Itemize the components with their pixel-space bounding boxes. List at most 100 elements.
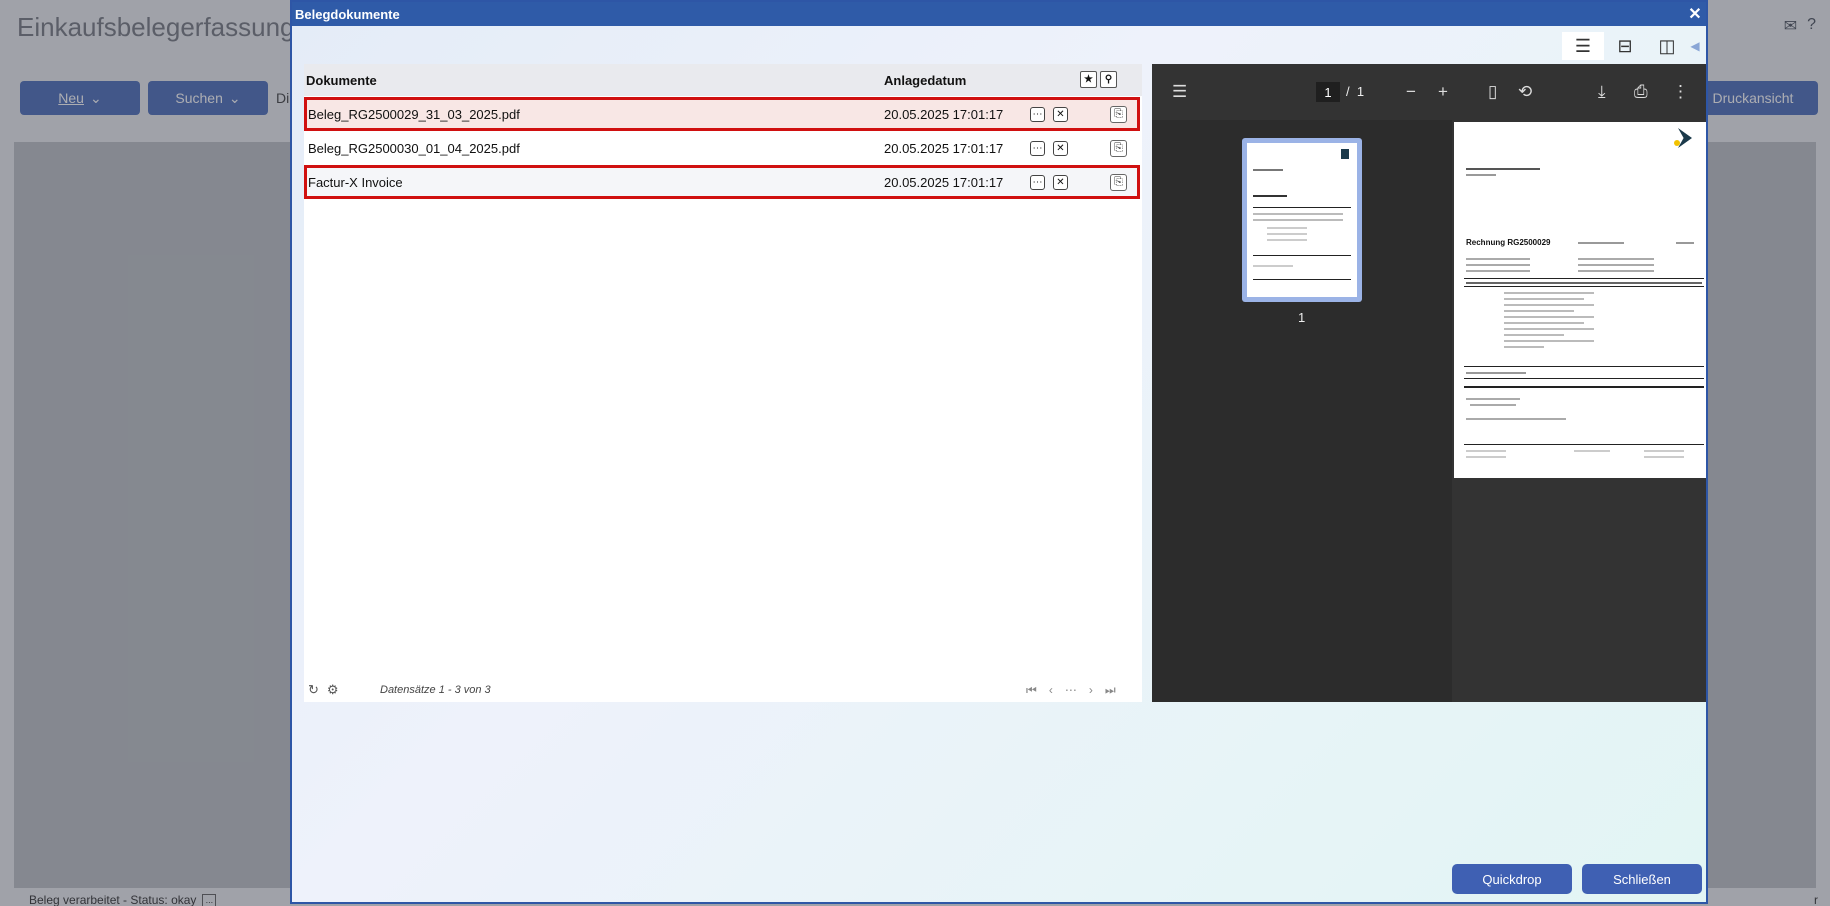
view-toolbar: ☰ ⊟ ◫ ◀ (1562, 32, 1702, 60)
zoom-in-icon[interactable]: + (1438, 82, 1448, 102)
dialog-header: Belegdokumente ✕ (292, 2, 1706, 26)
refresh-icon[interactable]: ↻ (308, 682, 319, 698)
text-line (1253, 219, 1343, 221)
attachment-icon[interactable]: ⎘ (1110, 174, 1127, 191)
row-actions: ⋯ ✕ (1030, 141, 1068, 156)
close-button[interactable]: Schließen (1582, 864, 1702, 894)
text-line (1470, 404, 1516, 406)
search-icon[interactable]: ⚲ (1100, 71, 1117, 88)
next-page-icon[interactable]: › (1089, 683, 1093, 698)
page-total: 1 (1356, 84, 1365, 99)
page-number-input[interactable]: 1 (1316, 82, 1340, 102)
close-icon[interactable]: ✕ (1684, 3, 1706, 25)
text-line (1504, 298, 1584, 300)
text-line (1578, 258, 1654, 260)
page-separator: / (1346, 84, 1350, 99)
text-line (1504, 334, 1564, 336)
favorite-icon[interactable]: ★ (1080, 71, 1097, 88)
text-line (1466, 418, 1566, 420)
text-line (1504, 346, 1544, 348)
split-vertical-icon[interactable]: ◫ (1646, 32, 1688, 60)
attachment-icon[interactable]: ⎘ (1110, 140, 1127, 157)
thumbnail-label: 1 (1298, 310, 1306, 325)
text-line (1466, 372, 1526, 374)
text-line (1253, 265, 1293, 267)
text-line (1466, 270, 1530, 272)
text-line (1466, 264, 1530, 266)
column-header-documents[interactable]: Dokumente (306, 73, 377, 88)
row-name: Beleg_RG2500030_01_04_2025.pdf (308, 140, 520, 156)
rule (1464, 444, 1704, 445)
row-date: 20.05.2025 17:01:17 (884, 106, 1004, 122)
delete-icon[interactable]: ✕ (1053, 175, 1068, 190)
list-footer: ↻ ⚙ Datensätze 1 - 3 von 3 ⏮ ‹ ⋯ › ⏭ (304, 678, 1142, 702)
logo-icon (1341, 149, 1349, 159)
document-heading: Rechnung RG2500029 (1466, 238, 1551, 247)
fit-page-icon[interactable]: ▯ (1488, 82, 1497, 102)
row-name: Factur-X Invoice (308, 174, 403, 190)
rule (1253, 255, 1351, 256)
text-line (1253, 213, 1343, 215)
text-line (1504, 304, 1594, 306)
text-line (1253, 169, 1283, 171)
quickdrop-button[interactable]: Quickdrop (1452, 864, 1572, 894)
logo-dot (1674, 140, 1680, 146)
rule (1464, 278, 1704, 279)
pdf-toolbar: ☰ 1 / 1 − + ▯ ⟲ ⤓ ⎙ ⋮ (1152, 64, 1706, 120)
last-page-icon[interactable]: ⏭ (1105, 683, 1116, 698)
header-tools: ★ ⚲ (1080, 71, 1117, 88)
logo-icon (1678, 128, 1692, 148)
text-line (1253, 195, 1287, 197)
text-line (1267, 239, 1307, 241)
table-row[interactable]: Beleg_RG2500029_31_03_2025.pdf 20.05.202… (304, 97, 1140, 131)
text-line (1466, 168, 1540, 170)
record-count: Datensätze 1 - 3 von 3 (380, 684, 491, 696)
gear-icon[interactable]: ⚙ (327, 682, 339, 698)
print-icon[interactable]: ⎙ (1634, 82, 1648, 102)
text-line (1466, 174, 1496, 176)
list-view-icon[interactable]: ☰ (1562, 32, 1604, 60)
attachment-icon[interactable]: ⎘ (1110, 106, 1127, 123)
text-line (1504, 328, 1594, 330)
text-line (1578, 242, 1624, 244)
more-icon[interactable]: ⋯ (1030, 175, 1045, 190)
more-icon[interactable]: ⋯ (1030, 141, 1045, 156)
more-icon[interactable]: ⋯ (1030, 107, 1045, 122)
rule (1253, 207, 1351, 208)
text-line (1578, 264, 1654, 266)
split-horizontal-icon[interactable]: ⊟ (1604, 32, 1646, 60)
rotate-icon[interactable]: ⟲ (1518, 82, 1532, 102)
page-ellipsis-icon[interactable]: ⋯ (1065, 683, 1077, 698)
text-line (1644, 450, 1684, 452)
rule (1464, 286, 1704, 287)
first-page-icon[interactable]: ⏮ (1026, 683, 1037, 698)
page-thumbnail[interactable] (1242, 138, 1362, 302)
delete-icon[interactable]: ✕ (1053, 141, 1068, 156)
rule (1464, 366, 1704, 367)
text-line (1504, 316, 1594, 318)
text-line (1574, 450, 1610, 452)
zoom-out-icon[interactable]: − (1406, 82, 1416, 102)
table-row[interactable]: Factur-X Invoice 20.05.2025 17:01:17 ⋯ ✕… (304, 165, 1140, 199)
thumbnail-page (1247, 143, 1357, 297)
rule (1253, 279, 1351, 280)
delete-icon[interactable]: ✕ (1053, 107, 1068, 122)
text-line (1466, 258, 1530, 260)
prev-page-icon[interactable]: ‹ (1049, 683, 1053, 698)
footer-tools: ↻ ⚙ (308, 682, 339, 698)
row-date: 20.05.2025 17:01:17 (884, 140, 1004, 156)
column-header-date[interactable]: Anlagedatum (884, 73, 966, 88)
page-count: / 1 (1346, 84, 1364, 99)
text-line (1267, 227, 1307, 229)
table-row[interactable]: Beleg_RG2500030_01_04_2025.pdf 20.05.202… (304, 131, 1140, 165)
pdf-page: Rechnung RG2500029 (1454, 122, 1706, 478)
sidebar-toggle-icon[interactable]: ☰ (1172, 82, 1187, 102)
collapse-left-icon[interactable]: ◀ (1688, 32, 1702, 60)
text-line (1504, 292, 1594, 294)
text-line (1504, 310, 1574, 312)
download-icon[interactable]: ⤓ (1598, 82, 1606, 102)
rule (1464, 386, 1704, 388)
pdf-viewer: ☰ 1 / 1 − + ▯ ⟲ ⤓ ⎙ ⋮ 1 Rechnung RG25000… (1152, 64, 1706, 702)
rule (1464, 378, 1704, 379)
more-options-icon[interactable]: ⋮ (1672, 82, 1689, 102)
